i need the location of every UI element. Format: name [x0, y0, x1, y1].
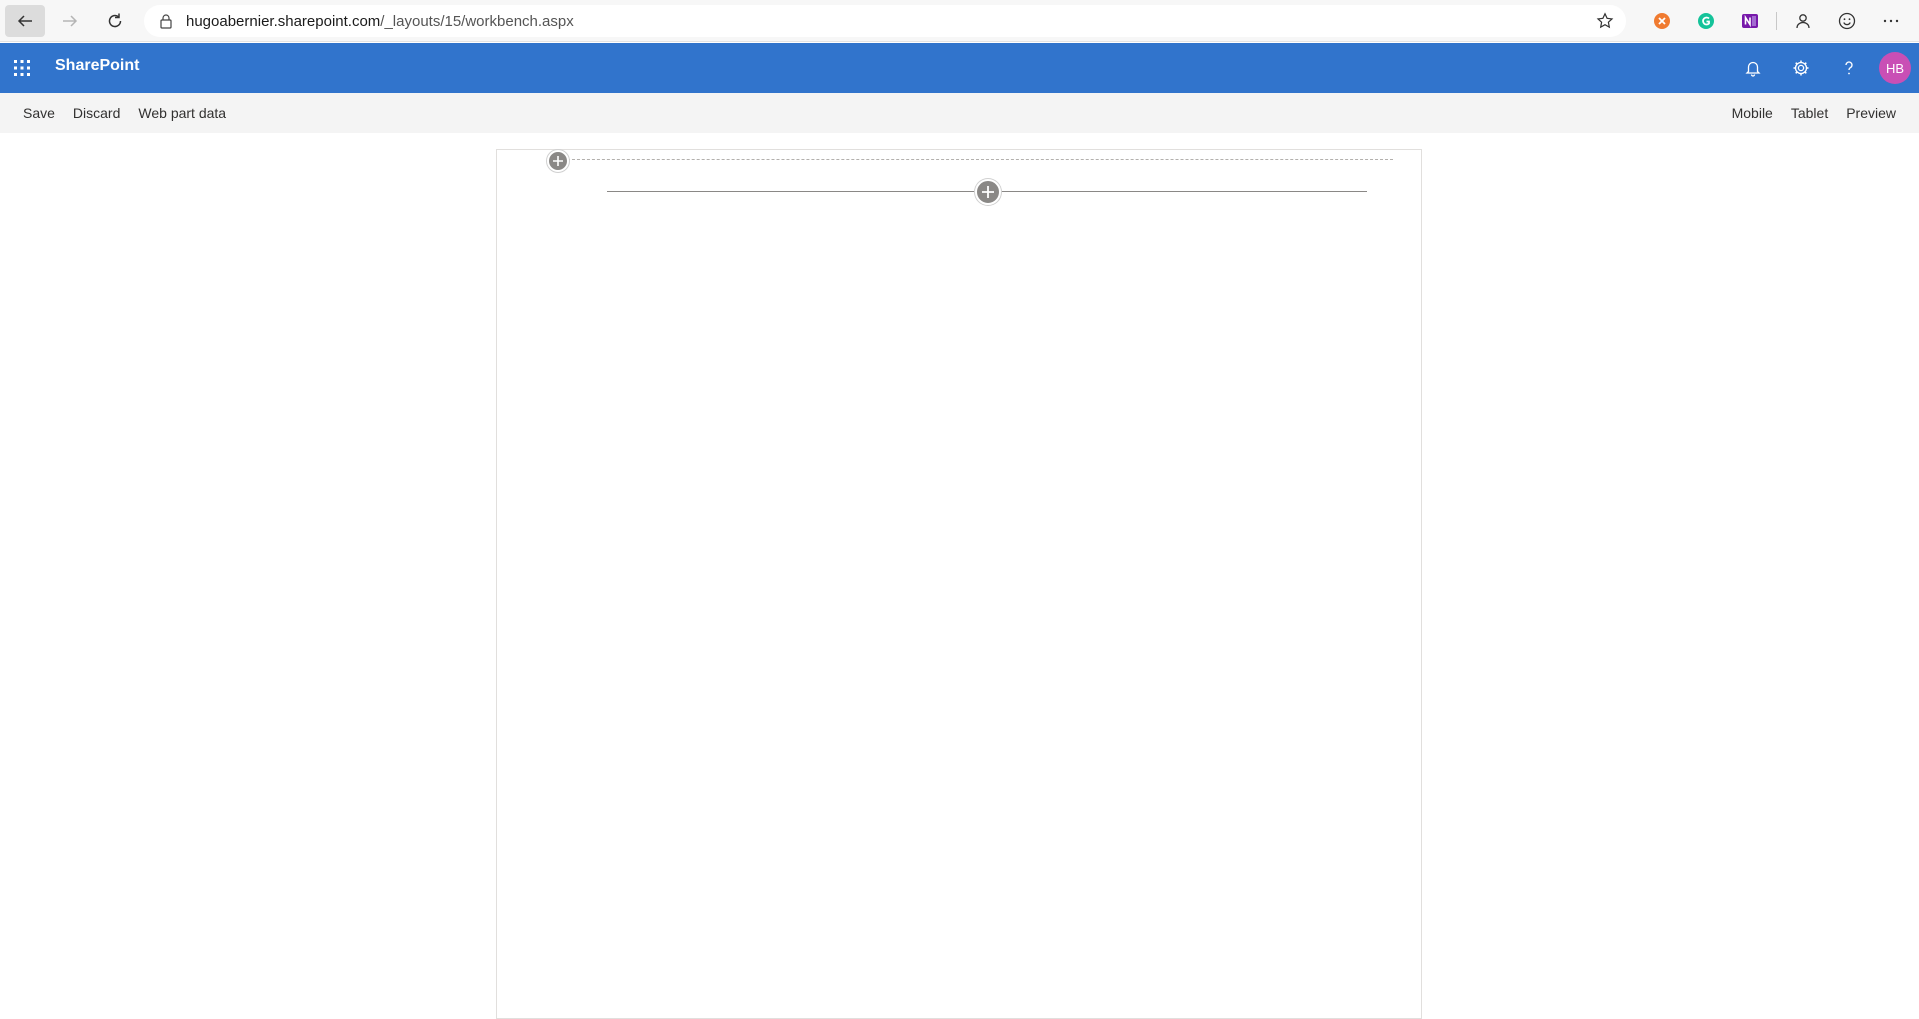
save-button[interactable]: Save	[14, 93, 64, 133]
discard-button[interactable]: Discard	[64, 93, 129, 133]
preview-button[interactable]: Preview	[1837, 93, 1905, 133]
avatar[interactable]: HB	[1879, 52, 1911, 84]
suite-bar-actions: HB	[1729, 43, 1919, 93]
url-host: hugoabernier.sharepoint.com	[186, 13, 381, 30]
url-text: hugoabernier.sharepoint.com/_layouts/15/…	[186, 13, 574, 30]
bell-icon	[1745, 61, 1761, 77]
extension-toolbar	[1640, 0, 1913, 42]
notifications-button[interactable]	[1729, 43, 1777, 93]
workbench-command-bar: Save Discard Web part data Mobile Tablet…	[0, 93, 1919, 133]
add-section-button[interactable]	[547, 150, 569, 172]
help-question-icon	[1845, 61, 1853, 75]
profile-icon[interactable]	[1781, 0, 1825, 42]
url-path: /_layouts/15/workbench.aspx	[380, 13, 574, 30]
plus-icon	[553, 156, 563, 166]
web-part-data-button[interactable]: Web part data	[129, 93, 235, 133]
mobile-button[interactable]: Mobile	[1723, 93, 1782, 133]
onenote-icon[interactable]	[1728, 0, 1772, 42]
favorite-star-icon[interactable]	[1596, 12, 1614, 30]
settings-button[interactable]	[1777, 43, 1825, 93]
workbench-canvas	[496, 149, 1422, 1019]
browser-toolbar: hugoabernier.sharepoint.com/_layouts/15/…	[0, 0, 1919, 42]
lock-icon	[160, 14, 172, 29]
add-web-part-button[interactable]	[975, 179, 1001, 205]
app-title[interactable]: SharePoint	[55, 57, 139, 75]
command-bar-left: Save Discard Web part data	[14, 93, 235, 133]
more-icon[interactable]	[1869, 0, 1913, 42]
suite-bar: SharePoint HB	[0, 43, 1919, 93]
extension-orange-icon[interactable]	[1640, 0, 1684, 42]
help-button[interactable]	[1825, 43, 1873, 93]
grammarly-icon[interactable]	[1684, 0, 1728, 42]
back-arrow-icon	[17, 14, 32, 27]
forward-arrow-icon	[63, 14, 78, 27]
refresh-button[interactable]	[95, 5, 135, 37]
feedback-smiley-icon[interactable]	[1825, 0, 1869, 42]
back-button[interactable]	[5, 4, 45, 37]
app-launcher-waffle-icon[interactable]	[12, 58, 32, 78]
toolbar-separator	[1776, 12, 1777, 30]
plus-icon	[982, 186, 994, 198]
command-bar-right: Mobile Tablet Preview	[1723, 93, 1905, 133]
forward-button[interactable]	[50, 5, 90, 37]
tablet-button[interactable]: Tablet	[1782, 93, 1837, 133]
section-divider	[567, 159, 1393, 160]
gear-icon	[1793, 60, 1809, 76]
refresh-icon	[108, 13, 122, 27]
address-bar[interactable]: hugoabernier.sharepoint.com/_layouts/15/…	[144, 5, 1626, 37]
